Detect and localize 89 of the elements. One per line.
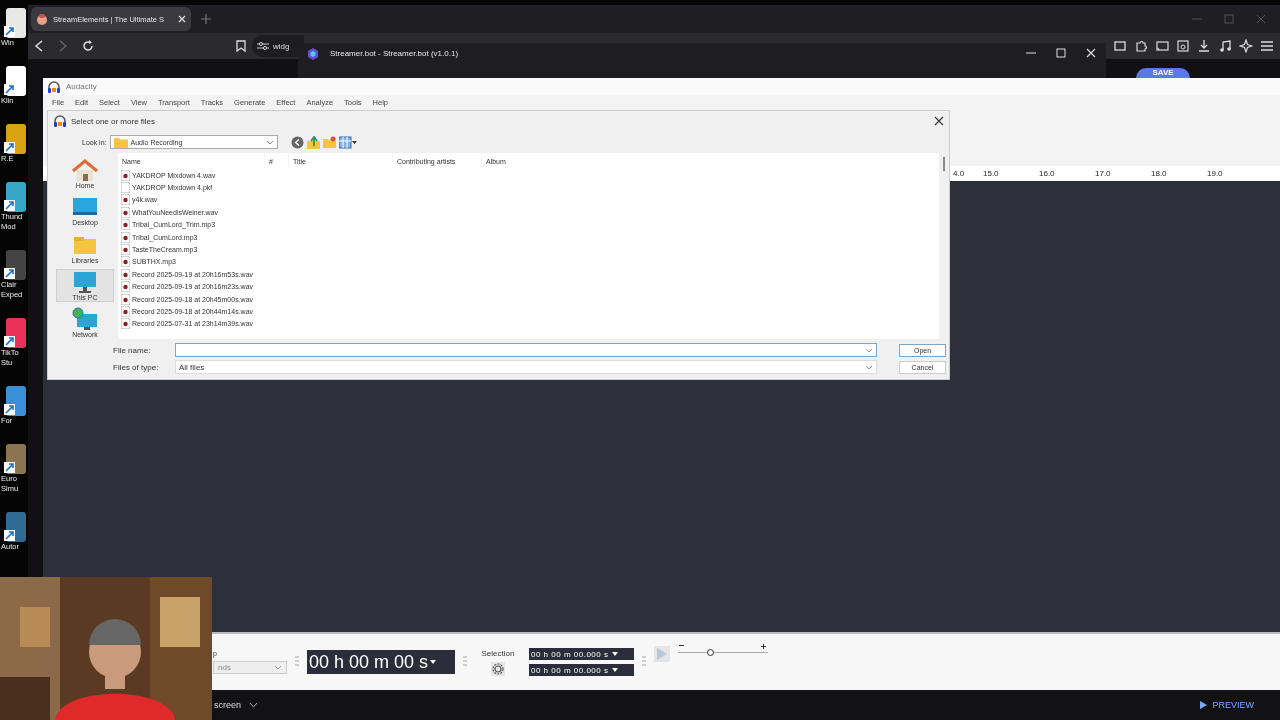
music-note-icon[interactable]: [1218, 39, 1232, 53]
ruler-label: 16.0: [1039, 169, 1056, 178]
minus-icon: [679, 644, 684, 647]
reload-icon[interactable]: [82, 40, 94, 52]
audio-file-icon: [121, 206, 130, 218]
audio-file-icon: [121, 231, 130, 243]
file-type-dropdown[interactable]: All files: [175, 360, 877, 374]
sparkle-icon[interactable]: [1239, 39, 1253, 53]
address-bar[interactable]: widg: [252, 35, 304, 57]
audio-file-icon: [121, 256, 130, 268]
app-icon[interactable]: [2, 8, 26, 38]
ruler-label: 18.0: [1151, 169, 1168, 178]
play-icon: [657, 648, 667, 660]
time-display[interactable]: 00 h 00 m 00 s: [307, 650, 455, 674]
view-menu-icon[interactable]: [338, 135, 357, 149]
caret-icon: [611, 652, 618, 656]
up-folder-icon[interactable]: [306, 135, 320, 149]
new-folder-icon[interactable]: [322, 135, 336, 149]
settings-icon[interactable]: [491, 661, 505, 676]
grip-icon[interactable]: [642, 656, 646, 668]
plus-icon[interactable]: [201, 14, 211, 24]
ruler-label: 15.0: [983, 169, 1000, 178]
slider-thumb[interactable]: [706, 649, 714, 656]
network-icon: [71, 306, 99, 331]
app-icon[interactable]: [2, 318, 26, 348]
app-icon[interactable]: [2, 66, 26, 96]
audio-file-icon: [121, 169, 130, 181]
caret-icon: [611, 668, 618, 672]
plus-icon: [761, 644, 766, 649]
window-title: Streamer.bot - Streamer.bot (v1.0.1): [330, 48, 459, 58]
audio-file-icon: [121, 268, 130, 280]
site-settings-icon[interactable]: [257, 41, 269, 51]
caret-icon: [430, 660, 437, 664]
headphones-icon: [47, 79, 61, 94]
chevron-icon: [865, 347, 873, 353]
chevron-icon: [865, 364, 873, 370]
extension-icon[interactable]: [1113, 39, 1127, 53]
chevron-icon: [265, 139, 274, 145]
window-title: Audacity: [66, 82, 97, 91]
audio-file-icon: [121, 281, 130, 293]
scrollbar-icon: [943, 157, 945, 171]
file-name-field[interactable]: [175, 343, 877, 357]
audio-file-icon: [121, 194, 130, 206]
app-icon[interactable]: [2, 444, 26, 474]
audio-file-icon: [121, 219, 130, 231]
screen-dropdown[interactable]: screen: [212, 698, 260, 712]
save-button[interactable]: SAVE: [1136, 68, 1190, 78]
chevron-icon: [249, 702, 258, 708]
audio-file-icon: [121, 318, 130, 330]
headphones-icon: [53, 114, 67, 128]
window-search-icon[interactable]: [1176, 39, 1190, 53]
field-label: File name:: [113, 345, 152, 355]
monitor-icon: [71, 269, 99, 294]
close-icon[interactable]: [934, 116, 944, 126]
ruler-label: 4.0: [953, 169, 966, 178]
app-icon[interactable]: [2, 250, 26, 280]
audio-file-icon: [121, 293, 130, 305]
time-display[interactable]: 00 h 00 m 00.000 s: [529, 648, 634, 660]
logo-icon: [308, 48, 318, 60]
field-label: Files of type:: [113, 362, 160, 372]
cast-icon[interactable]: [1155, 39, 1169, 53]
back-icon[interactable]: [290, 135, 304, 149]
grip-icon[interactable]: [295, 656, 299, 668]
logo-icon: [36, 13, 48, 25]
dialog-title: Select one or more files: [71, 116, 156, 126]
puzzle-icon[interactable]: [1134, 39, 1148, 53]
app-icon[interactable]: [2, 512, 26, 542]
menu-icon[interactable]: [1260, 39, 1274, 53]
chevron-icon: [274, 665, 282, 670]
url-text: widg: [273, 41, 290, 51]
audio-file-icon: [121, 306, 130, 317]
time-display[interactable]: 00 h 00 m 00.000 s: [529, 664, 634, 676]
ruler-label: 17.0: [1095, 169, 1112, 178]
forward-icon[interactable]: [58, 40, 68, 52]
file-icon: [121, 182, 130, 194]
app-icon[interactable]: [2, 182, 26, 212]
app-icon[interactable]: [2, 124, 26, 154]
home-icon: [71, 158, 99, 183]
play-icon: [1200, 701, 1208, 709]
folder-icon: [113, 136, 128, 148]
back-icon[interactable]: [34, 40, 44, 52]
audio-file-icon: [121, 244, 130, 256]
app-icon[interactable]: [2, 386, 26, 416]
grip-icon[interactable]: [463, 656, 467, 668]
selection-label: Selection: [481, 648, 515, 658]
bookmark-icon[interactable]: [236, 40, 246, 52]
download-icon[interactable]: [1197, 39, 1211, 53]
preview-button[interactable]: PREVIEW: [1198, 698, 1256, 712]
ruler-label: 19.0: [1207, 169, 1224, 178]
